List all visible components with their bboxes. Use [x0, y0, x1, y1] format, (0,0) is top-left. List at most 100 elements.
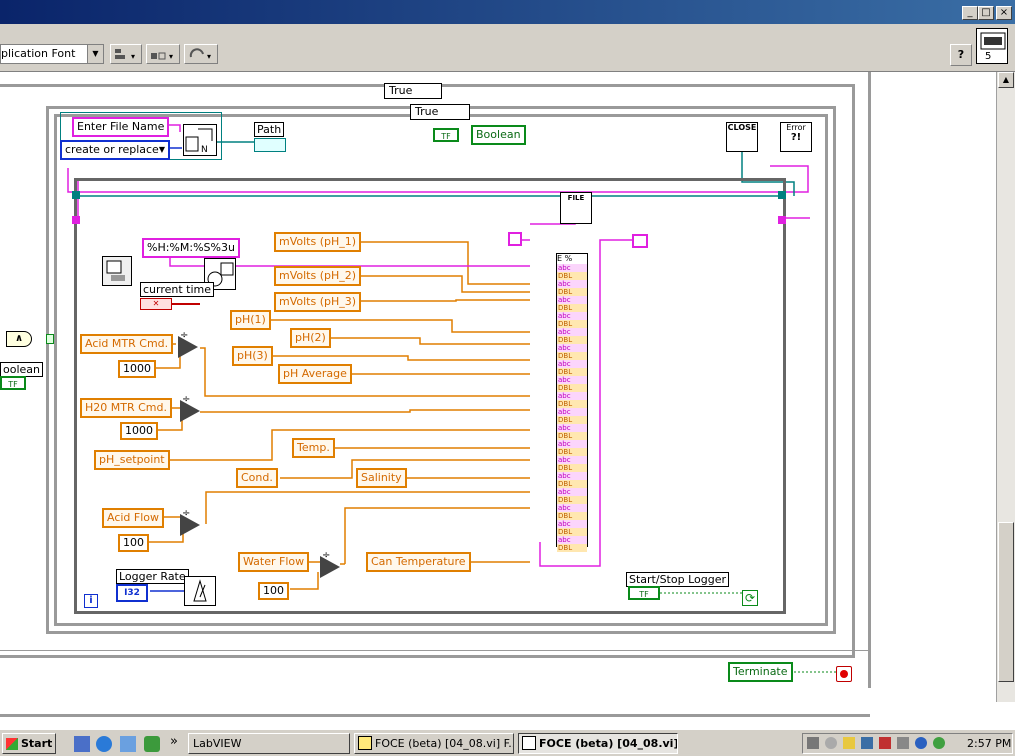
start-button[interactable]: Start	[2, 733, 56, 754]
right-frame-edge	[868, 72, 871, 688]
constant-100-water[interactable]: 100	[258, 582, 289, 600]
enter-file-name-control[interactable]: Enter File Name	[72, 117, 170, 137]
boolean-tf-constant[interactable]: TF	[433, 128, 459, 142]
app-launcher-icon[interactable]	[144, 736, 160, 752]
vi-icon	[358, 736, 372, 750]
error-handler-node[interactable]: Error ?!	[780, 122, 812, 152]
scroll-up-icon[interactable]: ▲	[998, 72, 1014, 88]
distribute-objects-button[interactable]: ▾	[146, 44, 180, 64]
taskbar: Start » LabVIEW FOCE (beta) [04_08.vi] F…	[0, 729, 1015, 756]
tray-icon-6[interactable]	[915, 737, 927, 749]
and-node[interactable]: ∧	[6, 331, 32, 347]
maximize-button[interactable]: □	[978, 6, 994, 20]
boolean-indicator[interactable]: Boolean	[471, 125, 526, 145]
quicklaunch-chevron[interactable]: »	[170, 734, 178, 749]
divide-node-water-flow[interactable]: ÷	[320, 550, 340, 578]
divide-symbol: ÷	[182, 394, 191, 405]
volume-icon[interactable]	[807, 737, 819, 749]
write-file-node[interactable]: FILE	[560, 192, 592, 224]
tray-icon-3[interactable]	[861, 737, 873, 749]
mvolts-ph2-indicator[interactable]: mVolts (pH_2)	[274, 266, 362, 286]
open-file-icon[interactable]: N	[183, 124, 217, 156]
tray-icon-1[interactable]	[825, 737, 837, 749]
format-input-row: abc	[557, 408, 587, 416]
divide-node-acid-mtr[interactable]: ÷	[178, 330, 198, 358]
task-labview[interactable]: LabVIEW	[188, 733, 350, 754]
can-temperature-indicator[interactable]: Can Temperature	[366, 552, 471, 572]
water-flow-indicator[interactable]: Water Flow	[238, 552, 310, 572]
divide-symbol: ÷	[180, 330, 189, 341]
font-ring[interactable]: plication Font ▼	[0, 44, 104, 64]
file-operation-ring[interactable]: create or replace ▼	[60, 140, 170, 160]
toolbar: plication Font ▼ ▾ ▾ ▾ ? 5	[0, 24, 1015, 72]
logger-rate-control[interactable]: I32	[116, 584, 148, 602]
align-objects-button[interactable]: ▾	[110, 44, 142, 64]
outlook-icon[interactable]	[120, 736, 136, 752]
format-input-row: abc	[557, 440, 587, 448]
loop-tunnel-refnum-right	[778, 191, 786, 199]
format-input-row: DBL	[557, 416, 587, 424]
outer-case-value: True	[389, 84, 413, 97]
ph-average-indicator[interactable]: pH Average	[278, 364, 352, 384]
path-indicator[interactable]	[254, 138, 286, 152]
divide-node-acid-flow[interactable]: ÷	[180, 508, 200, 536]
window-title-bar: _ □ ×	[0, 0, 1015, 24]
h2o-mtr-cmd-indicator[interactable]: H20 MTR Cmd.	[80, 398, 172, 418]
constant-1000-h2o[interactable]: 1000	[120, 422, 158, 440]
minimize-button[interactable]: _	[962, 6, 978, 20]
time-format-string[interactable]: %H:%M:%S%3u	[142, 238, 240, 258]
block-diagram[interactable]: True True Enter File Name create or repl…	[0, 72, 996, 702]
boolean-left-indicator[interactable]: TF	[0, 376, 26, 390]
temp-indicator[interactable]: Temp.	[292, 438, 335, 458]
vi-connector-pane[interactable]: 5	[976, 28, 1008, 64]
ph-setpoint-indicator[interactable]: pH_setpoint	[94, 450, 170, 470]
reorder-button[interactable]: ▾	[184, 44, 218, 64]
terminate-control[interactable]: Terminate	[728, 662, 793, 682]
loop-condition-icon[interactable]: ⟳	[742, 590, 758, 606]
scroll-thumb[interactable]	[998, 522, 1014, 682]
close-file-node[interactable]: CLOSE	[726, 122, 758, 152]
ph2-indicator[interactable]: pH(2)	[290, 328, 331, 348]
mvolts-ph1-indicator[interactable]: mVolts (pH_1)	[274, 232, 362, 252]
tray-icon-7[interactable]	[933, 737, 945, 749]
tray-icon-2[interactable]	[843, 737, 855, 749]
path-label: Path	[254, 122, 285, 137]
clock[interactable]: 2:57 PM	[967, 737, 1011, 750]
inner-case-selector[interactable]: True	[410, 104, 470, 120]
task-foce-front-panel[interactable]: FOCE (beta) [04_08.vi] F...	[354, 733, 514, 754]
close-button[interactable]: ×	[996, 6, 1012, 20]
format-into-string-node[interactable]: E % abc DBL abc DBL abc DBL abc DBL abc DBL abc DBL…	[556, 253, 588, 552]
divide-symbol: ÷	[322, 550, 331, 561]
divide-node-h2o-mtr[interactable]: ÷	[180, 394, 200, 422]
task-foce-block-diagram[interactable]: FOCE (beta) [04_08.vi]...	[518, 733, 678, 754]
current-time-label: current time	[140, 282, 215, 297]
loop-iteration-terminal: i	[84, 594, 98, 608]
chevron-down-icon[interactable]: ▼	[87, 45, 103, 63]
desktop-icon[interactable]	[74, 736, 90, 752]
format-input-row: abc	[557, 312, 587, 320]
cond-indicator[interactable]: Cond.	[236, 468, 278, 488]
internet-explorer-icon[interactable]	[96, 736, 112, 752]
get-time-icon[interactable]	[102, 256, 132, 286]
salinity-indicator[interactable]: Salinity	[356, 468, 407, 488]
constant-100-acid[interactable]: 100	[118, 534, 149, 552]
constant-1000-acid[interactable]: 1000	[118, 360, 156, 378]
mvolts-ph3-indicator[interactable]: mVolts (pH_3)	[274, 292, 362, 312]
tray-icon-4[interactable]	[879, 737, 891, 749]
ph1-indicator[interactable]: pH(1)	[230, 310, 271, 330]
vertical-scrollbar[interactable]: ▲	[996, 72, 1015, 702]
wait-ms-node[interactable]	[184, 576, 216, 606]
tray-icon-5[interactable]	[897, 737, 909, 749]
current-time-indicator[interactable]: ✕	[140, 298, 172, 310]
context-help-button[interactable]: ?	[950, 44, 972, 66]
distribute-icon: ▾	[151, 52, 173, 61]
connector-number: 5	[985, 51, 992, 62]
acid-flow-indicator[interactable]: Acid Flow	[102, 508, 165, 528]
format-input-row: DBL	[557, 480, 587, 488]
stop-icon[interactable]	[836, 666, 852, 682]
acid-mtr-cmd-indicator[interactable]: Acid MTR Cmd.	[80, 334, 174, 354]
ph3-indicator[interactable]: pH(3)	[232, 346, 273, 366]
format-input-row: DBL	[557, 512, 587, 520]
outer-case-selector[interactable]: True	[384, 83, 442, 99]
start-stop-logger-control[interactable]: TF	[628, 586, 660, 600]
